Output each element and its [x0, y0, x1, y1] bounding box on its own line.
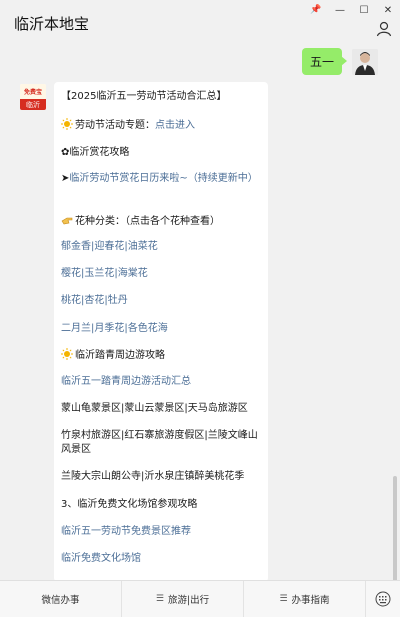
flower-link-orychophragmus-group[interactable]: 二月兰|月季花|各色花海	[61, 322, 261, 336]
card-line-spring-outing: 临沂踏青周边游攻略	[61, 348, 261, 363]
pin-icon[interactable]: 📌	[304, 0, 328, 20]
flower-link-peach-group[interactable]: 桃花|杏花|牡丹	[61, 294, 261, 308]
spring-outing-summary-link[interactable]: 临沂五一踏青周边游活动汇总	[61, 375, 261, 389]
scenic-list-1: 蒙山龟蒙景区|蒙山云蒙景区|天马岛旅游区	[61, 403, 248, 414]
flower-link-cherry-group[interactable]: 樱花|玉兰花|海棠花	[61, 267, 261, 281]
activity-topic-link[interactable]: 点击进入	[155, 120, 195, 131]
flower-calendar-link[interactable]: 临沂劳动节赏花日历来啦~（持续更新中）	[69, 173, 257, 184]
menu-wechat-services-label: 微信办事	[41, 595, 80, 606]
card-line-flower-categories: 花种分类：（点击各个花种查看）	[61, 214, 261, 229]
flower-link-tulip-group[interactable]: 郁金香|迎春花|油菜花	[61, 240, 261, 254]
bot-logo-text: 免费宝	[20, 84, 46, 99]
card-line-flower-guide: ✿临沂赏花攻略	[61, 147, 130, 158]
app-title: 临沂本地宝	[14, 15, 90, 33]
keyboard-icon	[375, 591, 391, 607]
keyboard-toggle-button[interactable]	[366, 581, 400, 617]
minimize-button[interactable]: —	[328, 0, 352, 20]
card-line-flower-calendar: ➤临沂劳动节赏花日历来啦~（持续更新中）	[61, 172, 261, 186]
chat-area[interactable]: 五一 免费宝 临沂 【2025临沂五一劳动节活动合汇总】 劳动节活动专题：点击进…	[0, 46, 400, 580]
menu-icon: ☰	[279, 594, 288, 604]
menu-travel-label: 旅游|出行	[167, 595, 210, 606]
person-avatar-icon	[352, 48, 378, 75]
flower-categories-label: 花种分类：（点击各个花种查看）	[75, 216, 220, 227]
free-venues-link[interactable]: 临沂免费文化场馆	[61, 552, 261, 566]
window-controls: 📌 — ☐ ✕	[304, 0, 400, 20]
scenic-list-2: 竹泉村旅游区|红石寨旅游度假区|兰陵文峰山风景区	[61, 430, 258, 455]
menu-guide[interactable]: ☰ 办事指南	[244, 581, 366, 617]
activity-topic-label: 劳动节活动专题：	[75, 120, 155, 131]
chat-scrollbar[interactable]	[393, 476, 397, 580]
menu-wechat-services[interactable]: 微信办事	[0, 581, 122, 617]
bottom-menu: 微信办事 ☰ 旅游|出行 ☰ 办事指南	[0, 580, 400, 617]
hand-icon	[61, 217, 73, 225]
user-profile-icon[interactable]	[376, 21, 392, 37]
user-message: 五一	[301, 48, 378, 75]
spring-outing-label: 临沂踏青周边游攻略	[75, 350, 165, 361]
sun-icon	[61, 118, 73, 130]
scenic-list-3: 兰陵大宗山朗公寺|沂水泉庄镇醉美桃花季	[61, 471, 245, 482]
close-button[interactable]: ✕	[376, 0, 400, 20]
user-message-bubble[interactable]: 五一	[301, 48, 348, 75]
maximize-button[interactable]: ☐	[352, 0, 376, 20]
bot-logo-city: 临沂	[20, 99, 46, 110]
title-bar: 临沂本地宝 📌 — ☐ ✕	[0, 0, 400, 46]
card-line-activity-topic: 劳动节活动专题：点击进入	[61, 118, 261, 133]
free-venues-heading: 3、临沂免费文化场馆参观攻略	[61, 499, 198, 510]
user-avatar[interactable]	[352, 48, 378, 75]
bot-avatar[interactable]: 免费宝 临沂	[20, 84, 46, 110]
bot-message-card: 【2025临沂五一劳动节活动合汇总】 劳动节活动专题：点击进入 ✿临沂赏花攻略 …	[54, 82, 268, 580]
sun-icon	[61, 348, 73, 360]
free-scenic-link[interactable]: 临沂五一劳动节免费景区推荐	[61, 525, 261, 539]
menu-icon: ☰	[155, 594, 164, 604]
menu-travel[interactable]: ☰ 旅游|出行	[122, 581, 244, 617]
menu-guide-label: 办事指南	[291, 595, 330, 606]
card-title: 【2025临沂五一劳动节活动合汇总】	[61, 91, 227, 102]
